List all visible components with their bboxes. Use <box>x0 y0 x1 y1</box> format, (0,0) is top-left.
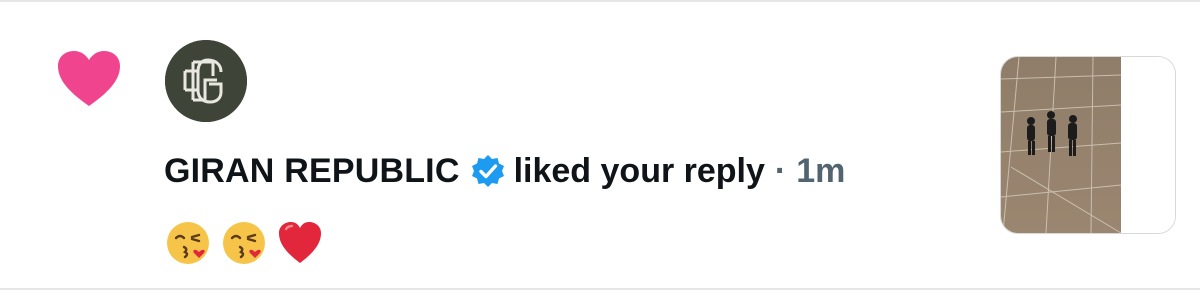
bottom-divider <box>0 288 1200 290</box>
reply-text <box>164 218 324 268</box>
liked-reply-media-thumbnail[interactable] <box>1000 56 1176 234</box>
thumbnail-image <box>1001 57 1175 233</box>
heart-icon <box>58 51 120 106</box>
separator-dot: · <box>774 151 787 190</box>
red-heart-icon <box>279 222 321 263</box>
kissing-face-with-heart-icon <box>167 222 209 264</box>
timestamp: 1m <box>796 151 846 190</box>
kissing-face-with-heart-icon <box>223 222 265 264</box>
notification-item[interactable]: GIRAN REPUBLIC liked your reply · 1m <box>0 0 1200 298</box>
avatar[interactable] <box>165 40 247 122</box>
user-name[interactable]: GIRAN REPUBLIC <box>164 152 460 191</box>
verified-badge-icon <box>471 155 504 187</box>
monogram-logo-icon <box>165 40 247 122</box>
top-divider <box>0 0 1200 2</box>
action-text: liked your reply <box>513 151 765 190</box>
notification-text: GIRAN REPUBLIC liked your reply · 1m <box>164 146 845 196</box>
